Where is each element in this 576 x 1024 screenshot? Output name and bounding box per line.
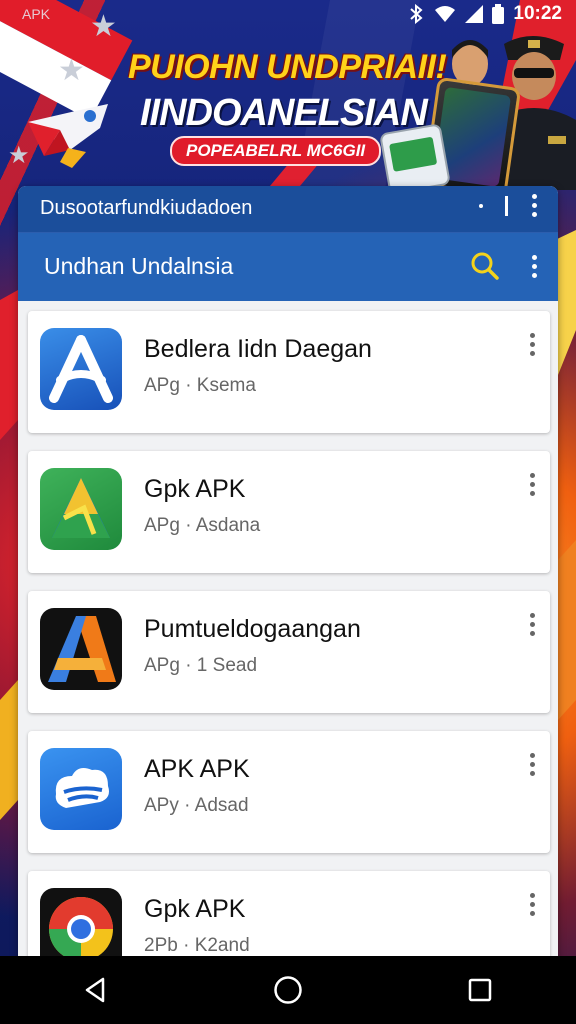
bluetooth-icon	[410, 4, 423, 24]
search-icon[interactable]	[470, 251, 500, 281]
banner-subheadline: IINDOANELSIAN	[140, 92, 428, 134]
list-item[interactable]: APK APK APy · Adsad	[28, 731, 550, 853]
item-name: Bedlera Iidn Daegan	[144, 335, 372, 363]
rocket-icon	[28, 104, 108, 168]
overflow-menu-icon[interactable]	[530, 194, 538, 217]
item-meta: APg · 1 Sead	[144, 655, 258, 676]
item-name: Gpk APK	[144, 475, 246, 503]
back-icon	[85, 977, 105, 1003]
green-triangle-icon	[40, 468, 122, 550]
dot-icon	[479, 203, 483, 208]
home-icon	[274, 976, 302, 1004]
banner-headline: PUIOHN UNDPRIAII!	[128, 48, 447, 86]
item-meta: APg · Asdana	[144, 515, 261, 536]
item-menu-icon[interactable]	[528, 753, 536, 779]
list-item[interactable]: Gpk APK APg · Asdana	[28, 451, 550, 573]
item-name: APK APK	[144, 755, 250, 783]
overflow-menu-icon[interactable]	[530, 254, 538, 278]
item-name: Pumtueldogaangan	[144, 615, 361, 643]
star-icon: ★	[58, 54, 85, 87]
orange-a-icon	[40, 608, 122, 690]
app-store-a-icon	[40, 328, 122, 410]
toolbar: Undhan Undalnsia	[18, 233, 558, 301]
watermark-text: APK	[22, 6, 51, 22]
status-bar: APK 10:22	[0, 0, 576, 30]
app-window: Dusootarfundkiudadoen Undhan Undalnsia B…	[18, 186, 558, 986]
navigation-bar	[0, 956, 576, 1024]
item-meta: APg · Ksema	[144, 375, 256, 396]
battery-icon	[492, 4, 505, 24]
device-image	[379, 123, 451, 195]
item-menu-icon[interactable]	[528, 613, 536, 639]
item-menu-icon[interactable]	[528, 333, 536, 359]
item-meta: APy · Adsad	[144, 795, 249, 816]
item-name: Gpk APK	[144, 895, 246, 923]
recents-button[interactable]	[450, 960, 510, 1020]
item-menu-icon[interactable]	[528, 473, 536, 499]
bar-icon	[505, 195, 508, 216]
item-menu-icon[interactable]	[528, 893, 536, 919]
app-title: Dusootarfundkiudadoen	[40, 197, 253, 219]
list-item[interactable]: Pumtueldogaangan APg · 1 Sead	[28, 591, 550, 713]
back-button[interactable]	[66, 960, 126, 1020]
app-list: Bedlera Iidn Daegan APg · Ksema Gpk APK …	[18, 301, 558, 986]
signal-icon	[465, 5, 484, 23]
wifi-icon	[435, 6, 456, 22]
list-item[interactable]: Bedlera Iidn Daegan APg · Ksema	[28, 311, 550, 433]
status-time: 10:22	[513, 3, 562, 24]
banner-pill: POPEABELRL MC6GII	[170, 136, 382, 166]
app-title-bar: Dusootarfundkiudadoen	[18, 186, 558, 233]
item-meta: 2Pb · K2and	[144, 935, 250, 956]
home-button[interactable]	[258, 960, 318, 1020]
blue-cloud-icon	[40, 748, 122, 830]
toolbar-title: Undhan Undalnsia	[44, 253, 234, 279]
recents-icon	[468, 978, 492, 1002]
